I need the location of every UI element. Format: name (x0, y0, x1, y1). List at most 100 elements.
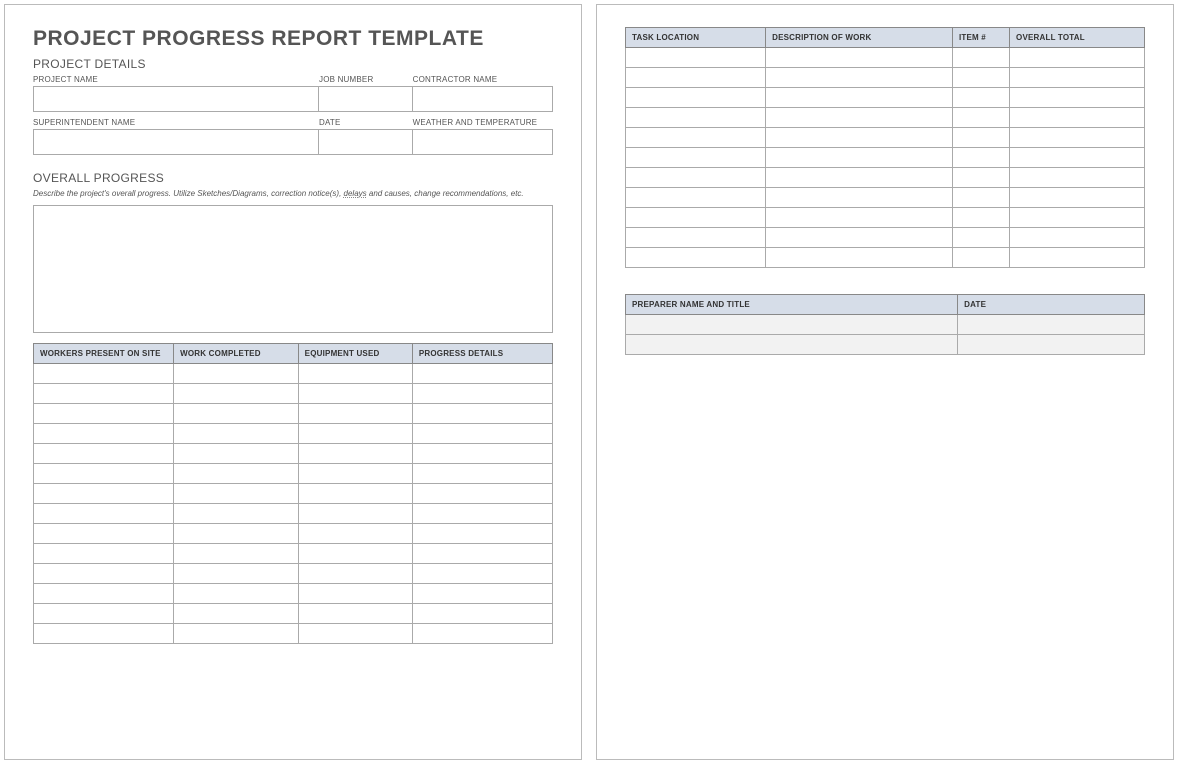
table-cell[interactable] (34, 604, 174, 624)
table-cell[interactable] (34, 424, 174, 444)
table-cell[interactable] (298, 564, 412, 584)
input-date[interactable] (319, 129, 413, 155)
table-cell[interactable] (626, 248, 766, 268)
table-cell[interactable] (174, 484, 299, 504)
table-cell[interactable] (298, 524, 412, 544)
table-cell[interactable] (174, 384, 299, 404)
table-cell[interactable] (766, 48, 953, 68)
table-cell[interactable] (34, 484, 174, 504)
table-cell[interactable] (174, 544, 299, 564)
table-cell[interactable] (412, 604, 552, 624)
table-cell[interactable] (1010, 228, 1145, 248)
input-project-name[interactable] (33, 86, 319, 112)
table-cell[interactable] (34, 504, 174, 524)
table-cell[interactable] (1010, 248, 1145, 268)
table-cell[interactable] (766, 208, 953, 228)
table-cell[interactable] (952, 208, 1009, 228)
table-cell[interactable] (174, 564, 299, 584)
table-cell[interactable] (1010, 68, 1145, 88)
table-cell[interactable] (412, 364, 552, 384)
table-cell[interactable] (952, 88, 1009, 108)
table-cell[interactable] (958, 335, 1145, 355)
table-cell[interactable] (952, 68, 1009, 88)
table-cell[interactable] (766, 128, 953, 148)
table-cell[interactable] (952, 128, 1009, 148)
table-cell[interactable] (626, 48, 766, 68)
table-cell[interactable] (952, 48, 1009, 68)
table-cell[interactable] (34, 364, 174, 384)
table-cell[interactable] (1010, 88, 1145, 108)
table-cell[interactable] (298, 364, 412, 384)
table-cell[interactable] (174, 364, 299, 384)
table-cell[interactable] (34, 404, 174, 424)
table-cell[interactable] (626, 315, 958, 335)
table-cell[interactable] (298, 624, 412, 644)
table-cell[interactable] (412, 404, 552, 424)
table-cell[interactable] (34, 584, 174, 604)
table-cell[interactable] (1010, 208, 1145, 228)
table-cell[interactable] (412, 544, 552, 564)
table-cell[interactable] (298, 584, 412, 604)
table-cell[interactable] (766, 168, 953, 188)
table-cell[interactable] (626, 168, 766, 188)
table-cell[interactable] (174, 464, 299, 484)
input-contractor-name[interactable] (413, 86, 553, 112)
table-cell[interactable] (1010, 168, 1145, 188)
table-cell[interactable] (174, 604, 299, 624)
table-cell[interactable] (34, 524, 174, 544)
table-cell[interactable] (626, 335, 958, 355)
table-cell[interactable] (174, 624, 299, 644)
table-cell[interactable] (174, 584, 299, 604)
table-cell[interactable] (298, 464, 412, 484)
table-cell[interactable] (766, 188, 953, 208)
table-cell[interactable] (766, 248, 953, 268)
table-cell[interactable] (174, 444, 299, 464)
table-cell[interactable] (34, 564, 174, 584)
table-cell[interactable] (1010, 128, 1145, 148)
table-cell[interactable] (298, 384, 412, 404)
table-cell[interactable] (298, 424, 412, 444)
table-cell[interactable] (412, 484, 552, 504)
table-cell[interactable] (952, 248, 1009, 268)
table-cell[interactable] (298, 544, 412, 564)
table-cell[interactable] (298, 604, 412, 624)
table-cell[interactable] (626, 68, 766, 88)
table-cell[interactable] (174, 504, 299, 524)
table-cell[interactable] (626, 128, 766, 148)
table-cell[interactable] (626, 188, 766, 208)
table-cell[interactable] (412, 524, 552, 544)
table-cell[interactable] (958, 315, 1145, 335)
table-cell[interactable] (34, 464, 174, 484)
table-cell[interactable] (952, 108, 1009, 128)
table-cell[interactable] (412, 624, 552, 644)
table-cell[interactable] (626, 228, 766, 248)
table-cell[interactable] (298, 484, 412, 504)
table-cell[interactable] (626, 108, 766, 128)
input-superintendent-name[interactable] (33, 129, 319, 155)
table-cell[interactable] (412, 444, 552, 464)
table-cell[interactable] (174, 424, 299, 444)
table-cell[interactable] (766, 88, 953, 108)
table-cell[interactable] (412, 504, 552, 524)
input-weather-temp[interactable] (413, 129, 553, 155)
table-cell[interactable] (766, 228, 953, 248)
table-cell[interactable] (298, 404, 412, 424)
table-cell[interactable] (952, 228, 1009, 248)
table-cell[interactable] (174, 524, 299, 544)
table-cell[interactable] (1010, 148, 1145, 168)
table-cell[interactable] (298, 444, 412, 464)
table-cell[interactable] (952, 188, 1009, 208)
table-cell[interactable] (34, 384, 174, 404)
table-cell[interactable] (626, 148, 766, 168)
table-cell[interactable] (34, 624, 174, 644)
table-cell[interactable] (952, 148, 1009, 168)
table-cell[interactable] (1010, 108, 1145, 128)
table-cell[interactable] (766, 148, 953, 168)
table-cell[interactable] (1010, 188, 1145, 208)
table-cell[interactable] (766, 108, 953, 128)
table-cell[interactable] (412, 584, 552, 604)
table-cell[interactable] (766, 68, 953, 88)
table-cell[interactable] (952, 168, 1009, 188)
table-cell[interactable] (626, 88, 766, 108)
table-cell[interactable] (626, 208, 766, 228)
